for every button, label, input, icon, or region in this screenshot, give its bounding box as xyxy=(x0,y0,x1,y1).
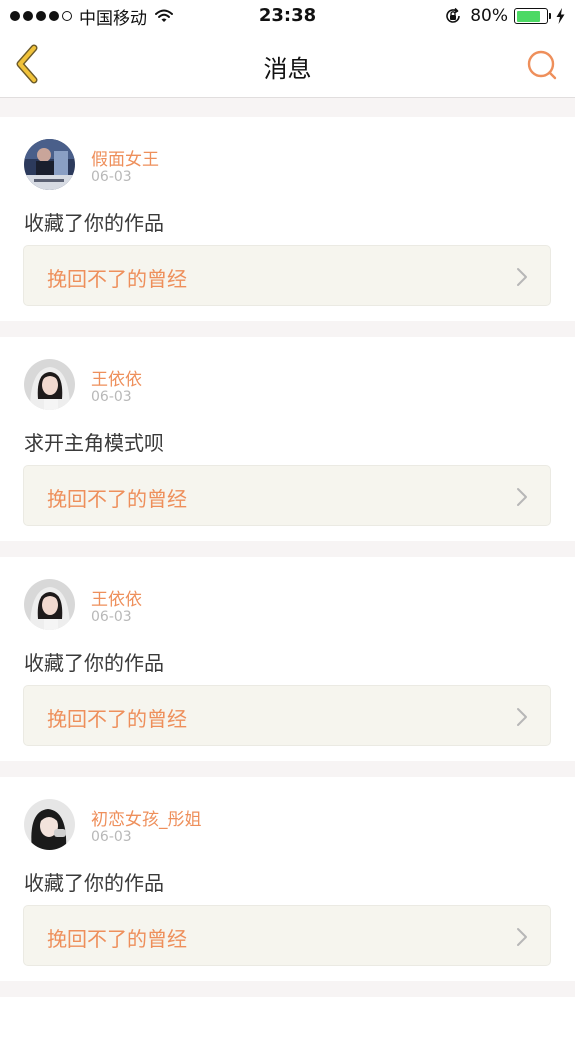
message-date: 06-03 xyxy=(91,829,132,845)
avatar[interactable] xyxy=(24,139,75,190)
battery-icon xyxy=(514,8,551,24)
search-icon xyxy=(527,50,557,80)
battery-level xyxy=(516,10,540,22)
username[interactable]: 王依依 xyxy=(91,585,142,610)
nav-bar: 消息 xyxy=(0,32,575,98)
message-date: 06-03 xyxy=(91,169,132,185)
battery-percent: 80% xyxy=(470,6,508,26)
charging-bolt-icon xyxy=(556,8,565,24)
chevron-right-icon xyxy=(517,708,527,726)
work-title: 挽回不了的曾经 xyxy=(47,707,187,731)
username[interactable]: 王依依 xyxy=(91,365,142,390)
message-card-partial xyxy=(0,997,575,1037)
status-bar: 中国移动 23:38 80% xyxy=(0,0,575,32)
avatar[interactable] xyxy=(24,359,75,410)
rotation-lock-icon xyxy=(446,7,461,23)
work-title: 挽回不了的曾经 xyxy=(47,487,187,511)
avatar[interactable] xyxy=(24,579,75,630)
work-link[interactable]: 挽回不了的曾经 xyxy=(23,905,551,966)
message-card: 王依依 06-03 求开主角模式呗 挽回不了的曾经 xyxy=(0,337,575,541)
page-title: 消息 xyxy=(263,55,312,83)
status-right: 80% xyxy=(444,6,565,26)
work-title: 挽回不了的曾经 xyxy=(47,267,187,291)
message-text: 求开主角模式呗 xyxy=(24,431,164,455)
search-button[interactable] xyxy=(521,44,563,86)
message-text: 收藏了你的作品 xyxy=(24,651,164,675)
chevron-right-icon xyxy=(517,488,527,506)
message-card: 王依依 06-03 收藏了你的作品 挽回不了的曾经 xyxy=(0,557,575,761)
avatar[interactable] xyxy=(24,799,75,850)
chevron-right-icon xyxy=(517,268,527,286)
username[interactable]: 初恋女孩_彤姐 xyxy=(91,805,202,830)
work-link[interactable]: 挽回不了的曾经 xyxy=(23,245,551,306)
message-list: 假面女王 06-03 收藏了你的作品 挽回不了的曾经 王依依 06-03 求开主… xyxy=(0,117,575,1037)
message-card: 假面女王 06-03 收藏了你的作品 挽回不了的曾经 xyxy=(0,117,575,321)
message-text: 收藏了你的作品 xyxy=(24,211,164,235)
message-text: 收藏了你的作品 xyxy=(24,871,164,895)
username[interactable]: 假面女王 xyxy=(91,145,159,170)
message-date: 06-03 xyxy=(91,389,132,405)
message-date: 06-03 xyxy=(91,609,132,625)
chevron-right-icon xyxy=(517,928,527,946)
message-card: 初恋女孩_彤姐 06-03 收藏了你的作品 挽回不了的曾经 xyxy=(0,777,575,981)
work-link[interactable]: 挽回不了的曾经 xyxy=(23,465,551,526)
work-title: 挽回不了的曾经 xyxy=(47,927,187,951)
work-link[interactable]: 挽回不了的曾经 xyxy=(23,685,551,746)
